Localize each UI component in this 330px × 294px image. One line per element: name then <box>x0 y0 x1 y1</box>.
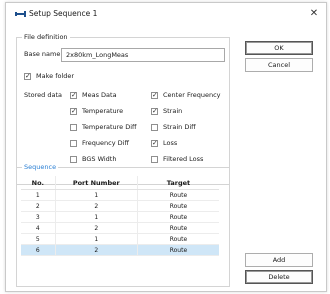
row-no: 2 <box>21 200 56 212</box>
checkmark-icon: ✓ <box>152 91 158 99</box>
column-header-port-number[interactable]: Port Number <box>55 176 138 190</box>
checkbox-box[interactable] <box>151 124 158 131</box>
checkbox-box[interactable] <box>70 156 77 163</box>
checkmark-icon: ✓ <box>71 91 77 99</box>
table-row[interactable]: 4 2 Route <box>21 222 219 234</box>
row-port-number: 2 <box>55 222 138 234</box>
checkbox-box[interactable]: ✓ <box>151 139 158 147</box>
checkbox-box[interactable] <box>70 124 77 131</box>
row-target: Route <box>137 211 219 223</box>
checkmark-icon: ✓ <box>71 107 77 115</box>
sequence-table: No. Port Number Target 1 1 Route 2 2 Rou… <box>21 176 219 256</box>
option-label: Center Frequency <box>163 91 221 99</box>
row-port-number: 2 <box>55 244 138 256</box>
checkbox-box[interactable]: ✓ <box>151 91 158 99</box>
table-row[interactable]: 1 1 Route <box>21 189 219 201</box>
option-label: BGS Width <box>82 155 117 163</box>
table-row[interactable]: 3 1 Route <box>21 211 219 223</box>
option-label: Frequency Diff <box>82 139 129 147</box>
sequence-group: Sequence No. Port Number Target 1 1 Rout… <box>16 163 230 287</box>
row-port-number: 1 <box>55 189 138 201</box>
checkbox-box[interactable]: ✓ <box>70 91 77 99</box>
row-no: 4 <box>21 222 56 234</box>
row-target: Route <box>137 200 219 212</box>
row-target: Route <box>137 189 219 201</box>
option-label: Filtered Loss <box>163 155 204 163</box>
checkbox-box[interactable]: ✓ <box>151 107 158 115</box>
row-no: 1 <box>21 189 56 201</box>
option-label: Strain <box>163 107 183 115</box>
option-label: Strain Diff <box>163 123 196 131</box>
row-target: Route <box>137 233 219 245</box>
checkbox-box[interactable]: ✓ <box>70 107 77 115</box>
column-header-no[interactable]: No. <box>21 176 56 190</box>
row-target: Route <box>137 244 219 256</box>
row-port-number: 1 <box>55 211 138 223</box>
option-label: Temperature <box>82 107 124 115</box>
add-button[interactable]: Add <box>245 253 313 267</box>
title-bar: Setup Sequence 1 ✕ <box>6 3 326 25</box>
make-folder-box[interactable]: ✓ <box>24 72 31 80</box>
base-name-label: Base name <box>24 50 61 58</box>
row-no: 3 <box>21 211 56 223</box>
row-port-number: 2 <box>55 200 138 212</box>
make-folder-label: Make folder <box>36 72 75 80</box>
checkmark-icon: ✓ <box>25 72 31 80</box>
row-no: 6 <box>21 244 56 256</box>
delete-button[interactable]: Delete <box>245 270 313 284</box>
table-row-selected[interactable]: 6 2 Route <box>21 244 219 256</box>
base-name-input[interactable] <box>61 48 225 62</box>
window-title: Setup Sequence 1 <box>29 9 98 18</box>
checkbox-box[interactable] <box>70 140 77 147</box>
table-row[interactable]: 5 1 Route <box>21 233 219 245</box>
ok-button[interactable]: OK <box>245 41 313 55</box>
checkmark-icon: ✓ <box>152 107 158 115</box>
checkmark-icon: ✓ <box>152 139 158 147</box>
option-label: Meas Data <box>82 91 117 99</box>
row-target: Route <box>137 222 219 234</box>
checkbox-box[interactable] <box>151 156 158 163</box>
table-header-row: No. Port Number Target <box>21 176 219 190</box>
file-definition-legend: File definition <box>22 33 70 42</box>
option-label: Temperature Diff <box>82 123 137 131</box>
sequence-legend: Sequence <box>22 163 59 172</box>
column-header-target[interactable]: Target <box>137 176 219 190</box>
setup-sequence-dialog: Setup Sequence 1 ✕ File definition Base … <box>5 2 327 292</box>
option-label: Loss <box>163 139 178 147</box>
stored-data-label: Stored data <box>24 91 63 99</box>
row-port-number: 1 <box>55 233 138 245</box>
app-icon <box>15 11 26 17</box>
cancel-button[interactable]: Cancel <box>245 58 313 72</box>
row-no: 5 <box>21 233 56 245</box>
table-row[interactable]: 2 2 Route <box>21 200 219 212</box>
close-icon[interactable]: ✕ <box>306 6 322 22</box>
